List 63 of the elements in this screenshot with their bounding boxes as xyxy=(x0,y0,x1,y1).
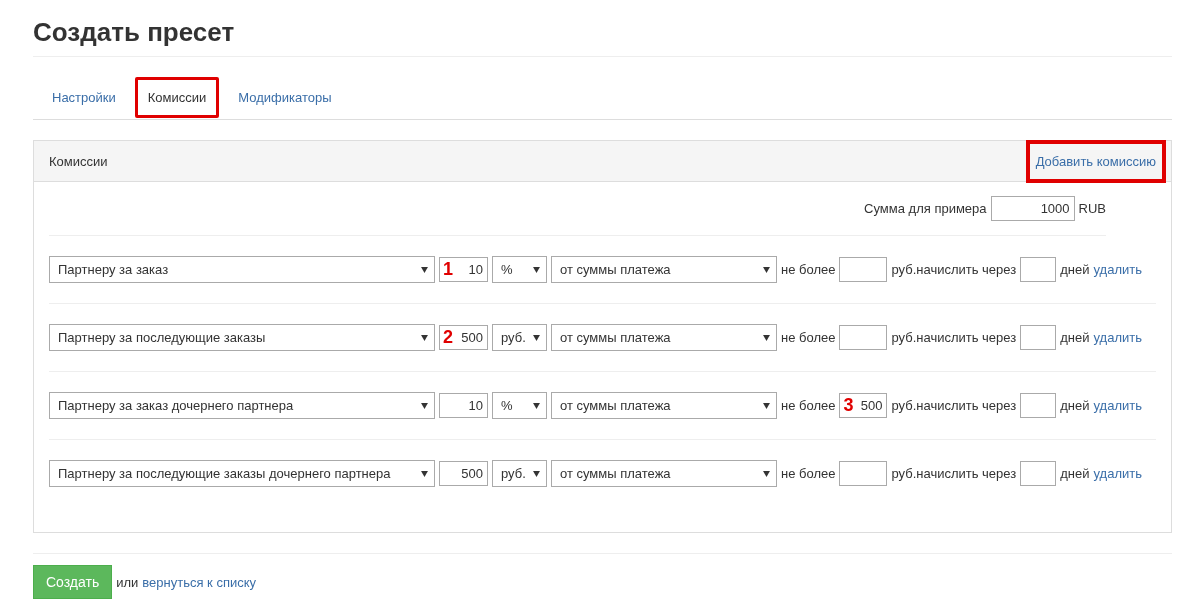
caret-icon xyxy=(421,334,428,341)
caret-icon xyxy=(533,470,540,477)
caret-icon xyxy=(533,266,540,273)
example-label: Сумма для примера xyxy=(864,201,987,216)
accrue-label: руб.начислить через xyxy=(891,398,1017,413)
caret-icon xyxy=(533,402,540,409)
add-commission-link[interactable]: Добавить комиссию xyxy=(1025,139,1166,183)
days-field[interactable] xyxy=(1020,257,1057,282)
base-select[interactable]: от суммы платежа xyxy=(551,392,777,419)
days-label: дней xyxy=(1060,262,1090,277)
max-label: не более xyxy=(781,330,836,345)
caret-icon xyxy=(421,402,428,409)
max-amount-field[interactable] xyxy=(839,257,888,282)
accrue-label: руб.начислить через xyxy=(891,262,1017,277)
back-to-list-link[interactable]: вернуться к списку xyxy=(142,574,257,590)
base-select[interactable]: от суммы платежа xyxy=(551,324,777,351)
caret-icon xyxy=(763,334,770,341)
days-label: дней xyxy=(1060,330,1090,345)
caret-icon xyxy=(533,334,540,341)
delete-link[interactable]: удалить xyxy=(1093,330,1142,345)
currency-label: RUB xyxy=(1078,201,1106,216)
max-amount-field[interactable] xyxy=(839,461,888,486)
caret-icon xyxy=(763,470,770,477)
max-label: не более xyxy=(781,466,836,481)
accrue-label: руб.начислить через xyxy=(891,466,1017,481)
unit-select[interactable]: руб. xyxy=(492,324,547,351)
commission-type-select[interactable]: Партнеру за последующие заказы дочернего партнера xyxy=(49,460,435,487)
caret-icon xyxy=(763,266,770,273)
caret-icon xyxy=(421,266,428,273)
example-sum-field[interactable]: 1000 xyxy=(990,196,1075,221)
tab[interactable]: Модификаторы xyxy=(225,76,345,118)
panel-title: Комиссии xyxy=(49,153,108,169)
unit-select[interactable]: % xyxy=(492,392,547,419)
accrue-label: руб.начислить через xyxy=(891,330,1017,345)
unit-select[interactable]: руб. xyxy=(492,460,547,487)
commission-type-select[interactable]: Партнеру за заказ xyxy=(49,256,435,283)
amount-field[interactable]: 10 xyxy=(439,393,488,418)
tab[interactable]: Настройки xyxy=(39,76,129,118)
amount-field[interactable]: 500 xyxy=(439,461,488,486)
callout-number: 3 xyxy=(843,394,854,416)
or-label: или xyxy=(116,574,139,590)
max-label: не более xyxy=(781,398,836,413)
days-field[interactable] xyxy=(1020,325,1057,350)
days-label: дней xyxy=(1060,466,1090,481)
caret-icon xyxy=(763,402,770,409)
callout-number: 2 xyxy=(443,326,453,348)
delete-link[interactable]: удалить xyxy=(1093,398,1142,413)
days-field[interactable] xyxy=(1020,393,1057,418)
caret-icon xyxy=(421,470,428,477)
max-amount-field[interactable] xyxy=(839,325,888,350)
page-title: Создать пресет xyxy=(33,0,1172,57)
callout-number: 1 xyxy=(443,258,453,280)
max-label: не более xyxy=(781,262,836,277)
days-label: дней xyxy=(1060,398,1090,413)
days-field[interactable] xyxy=(1020,461,1057,486)
unit-select[interactable]: % xyxy=(492,256,547,283)
commission-type-select[interactable]: Партнеру за заказ дочернего партнера xyxy=(49,392,435,419)
commission-type-select[interactable]: Партнеру за последующие заказы xyxy=(49,324,435,351)
base-select[interactable]: от суммы платежа xyxy=(551,256,777,283)
delete-link[interactable]: удалить xyxy=(1093,466,1142,481)
delete-link[interactable]: удалить xyxy=(1093,262,1142,277)
base-select[interactable]: от суммы платежа xyxy=(551,460,777,487)
tab[interactable]: Комиссии xyxy=(134,76,220,118)
